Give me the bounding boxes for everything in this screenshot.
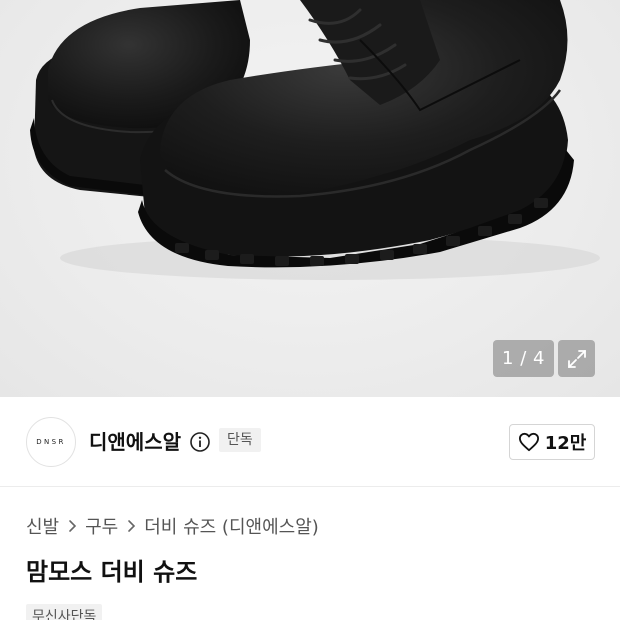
exclusive-badge: 단독 bbox=[219, 428, 261, 452]
brand-logo-text: DNSR bbox=[36, 438, 66, 446]
info-icon[interactable] bbox=[189, 431, 211, 453]
breadcrumb-item-dress-shoes[interactable]: 구두 bbox=[85, 513, 118, 539]
like-count: 12만 bbox=[544, 433, 587, 454]
breadcrumb: 신발 구두 더비 슈즈 (디앤에스알) bbox=[26, 513, 319, 539]
product-detail-page: 1 / 4 DNSR 디앤에스알 단독 12만 신발 구두 더비 슈즈 (디앤에… bbox=[0, 0, 620, 620]
brand-name[interactable]: 디앤에스알 bbox=[89, 427, 181, 457]
breadcrumb-item-derby-shoes[interactable]: 더비 슈즈 (디앤에스알) bbox=[144, 513, 319, 539]
chevron-right-icon bbox=[67, 519, 77, 533]
image-counter: 1 / 4 bbox=[493, 340, 554, 377]
expand-icon bbox=[567, 349, 586, 368]
expand-button[interactable] bbox=[558, 340, 595, 377]
brand-row: DNSR 디앤에스알 단독 12만 bbox=[0, 397, 620, 487]
like-button[interactable]: 12만 bbox=[509, 424, 595, 460]
brand-logo[interactable]: DNSR bbox=[26, 417, 76, 467]
exclusive-tag: 무신사단독 bbox=[26, 604, 103, 620]
product-image-gallery[interactable]: 1 / 4 bbox=[0, 0, 620, 397]
heart-outline-icon bbox=[518, 432, 539, 452]
breadcrumb-item-shoes[interactable]: 신발 bbox=[26, 513, 59, 539]
chevron-right-icon bbox=[126, 519, 136, 533]
product-image bbox=[30, 0, 600, 280]
product-title: 맘모스 더비 슈즈 bbox=[26, 558, 198, 586]
